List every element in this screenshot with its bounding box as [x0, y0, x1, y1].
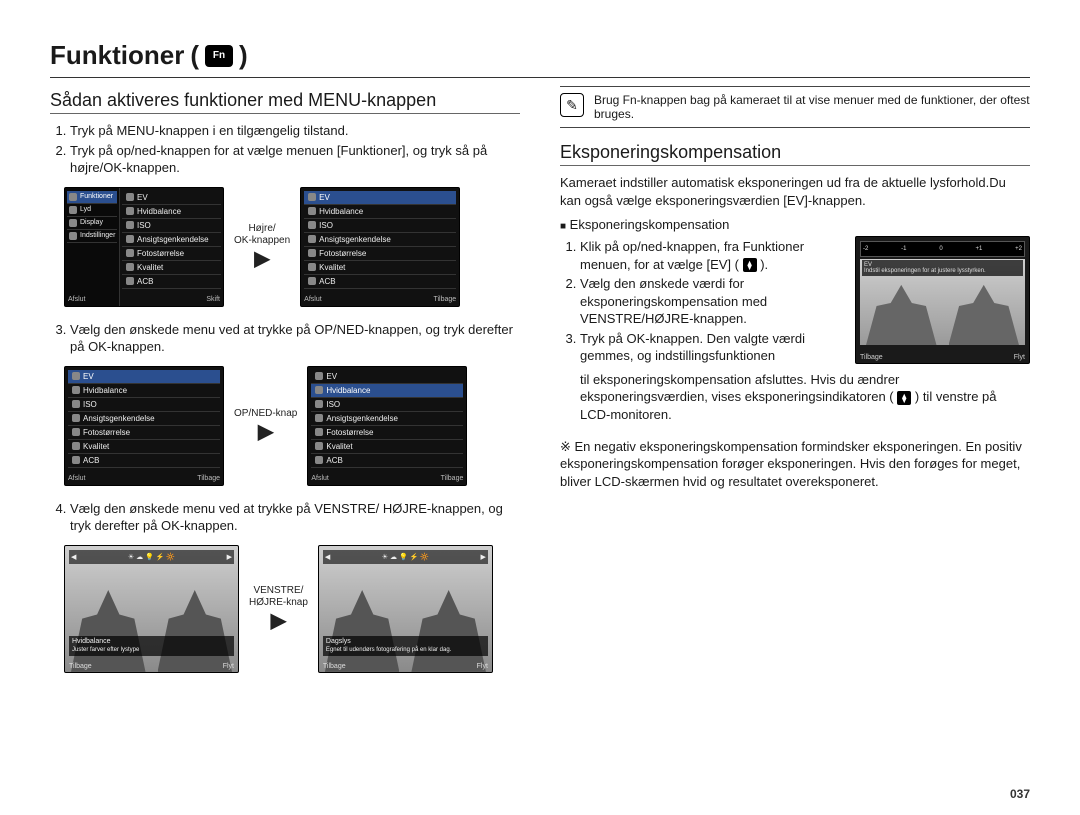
right-intro: Kameraet indstiller automatisk eksponeri… [560, 174, 1030, 209]
arrow-right-icon: ▶ [258, 420, 273, 444]
ev-hint-text: Indstil eksponeringen for at justere lys… [864, 268, 986, 274]
title-rule [50, 77, 1030, 78]
left-steps-3: Vælg den ønskede menu ved at trykke på O… [50, 321, 520, 356]
left-column: Sådan aktiveres funktioner med MENU-knap… [50, 86, 520, 687]
open-paren: ( [190, 40, 199, 71]
left-step3: Vælg den ønskede menu ved at trykke på O… [70, 321, 520, 356]
left-steps-4: Vælg den ønskede menu ved at trykke på V… [50, 500, 520, 535]
wb-screen-right: ◀☀ ☁ 💡 ⚡ 🔆▶ Dagslys Egnet til udendørs f… [318, 545, 493, 673]
ev-icon: ⧫ [743, 258, 757, 272]
left-heading: Sådan aktiveres funktioner med MENU-knap… [50, 90, 520, 111]
left-steps-1-2: Tryk på MENU-knappen i en tilgængelig ti… [50, 122, 520, 177]
screens-row-3: ◀☀ ☁ 💡 ⚡ 🔆▶ Hvidbalance Juster farver ef… [64, 545, 520, 673]
note-text: Brug Fn-knappen bag på kameraet til at v… [594, 93, 1030, 121]
close-paren: ) [239, 40, 248, 71]
updown-screen-left: EV Hvidbalance ISO Ansigtsgenkendelse Fo… [64, 366, 224, 486]
left-step2: Tryk på op/ned-knappen for at vælge menu… [70, 142, 520, 177]
page-number: 037 [1010, 787, 1030, 801]
right-step1: Klik på op/ned-knappen, fra Funktioner m… [580, 238, 845, 273]
arrow-leftright: VENSTRE/ HØJRE-knap ▶ [249, 585, 308, 633]
ev-subheading: ■ Eksponeringskompensation [560, 217, 1030, 232]
fn-icon: Fn [205, 45, 233, 67]
left-step1: Tryk på MENU-knappen i en tilgængelig ti… [70, 122, 520, 140]
menu-screen-right: EV Hvidbalance ISO Ansigtsgenkendelse Fo… [300, 187, 460, 307]
right-steps: Klik på op/ned-knappen, fra Funktioner m… [560, 236, 845, 367]
screens-row-2: EV Hvidbalance ISO Ansigtsgenkendelse Fo… [64, 366, 520, 486]
arrow-right-ok: Højre/ OK-knappen ▶ [234, 223, 290, 271]
arrow-right-icon: ▶ [271, 609, 286, 633]
right-step3: Tryk på OK-knappen. Den valgte værdi gem… [580, 330, 845, 365]
arrow-right-icon: ▶ [254, 247, 269, 271]
left-heading-rule [50, 113, 520, 114]
screens-row-1: Funktioner Lyd Display Indstillinger EV … [64, 187, 520, 307]
menu-screen-left: Funktioner Lyd Display Indstillinger EV … [64, 187, 224, 307]
left-step4: Vælg den ønskede menu ved at trykke på V… [70, 500, 520, 535]
updown-screen-right: EV Hvidbalance ISO Ansigtsgenkendelse Fo… [307, 366, 467, 486]
right-heading-rule [560, 165, 1030, 166]
ev-icon: ⧫ [897, 391, 911, 405]
note-box: ✎ Brug Fn-knappen bag på kameraet til at… [560, 86, 1030, 128]
pencil-note-icon: ✎ [560, 93, 584, 117]
square-bullet-icon: ■ [560, 221, 566, 232]
arrow-updown: OP/NED-knap ▶ [234, 408, 297, 444]
right-column: ✎ Brug Fn-knappen bag på kameraet til at… [560, 86, 1030, 687]
ev-preview-screen: -2 -1 0 +1 +2 EV Indstil eksponeringen f… [855, 236, 1030, 364]
title-text: Funktioner [50, 40, 184, 71]
right-step3-cont: til eksponeringskompensation afsluttes. … [560, 371, 1030, 424]
right-footnote: ※ En negativ eksponeringskompensation fo… [560, 438, 1030, 491]
wb-screen-left: ◀☀ ☁ 💡 ⚡ 🔆▶ Hvidbalance Juster farver ef… [64, 545, 239, 673]
right-step2: Vælg den ønskede værdi for eksponeringsk… [580, 275, 845, 328]
right-heading: Eksponeringskompensation [560, 142, 1030, 163]
page-title: Funktioner ( Fn ) [50, 40, 1030, 75]
